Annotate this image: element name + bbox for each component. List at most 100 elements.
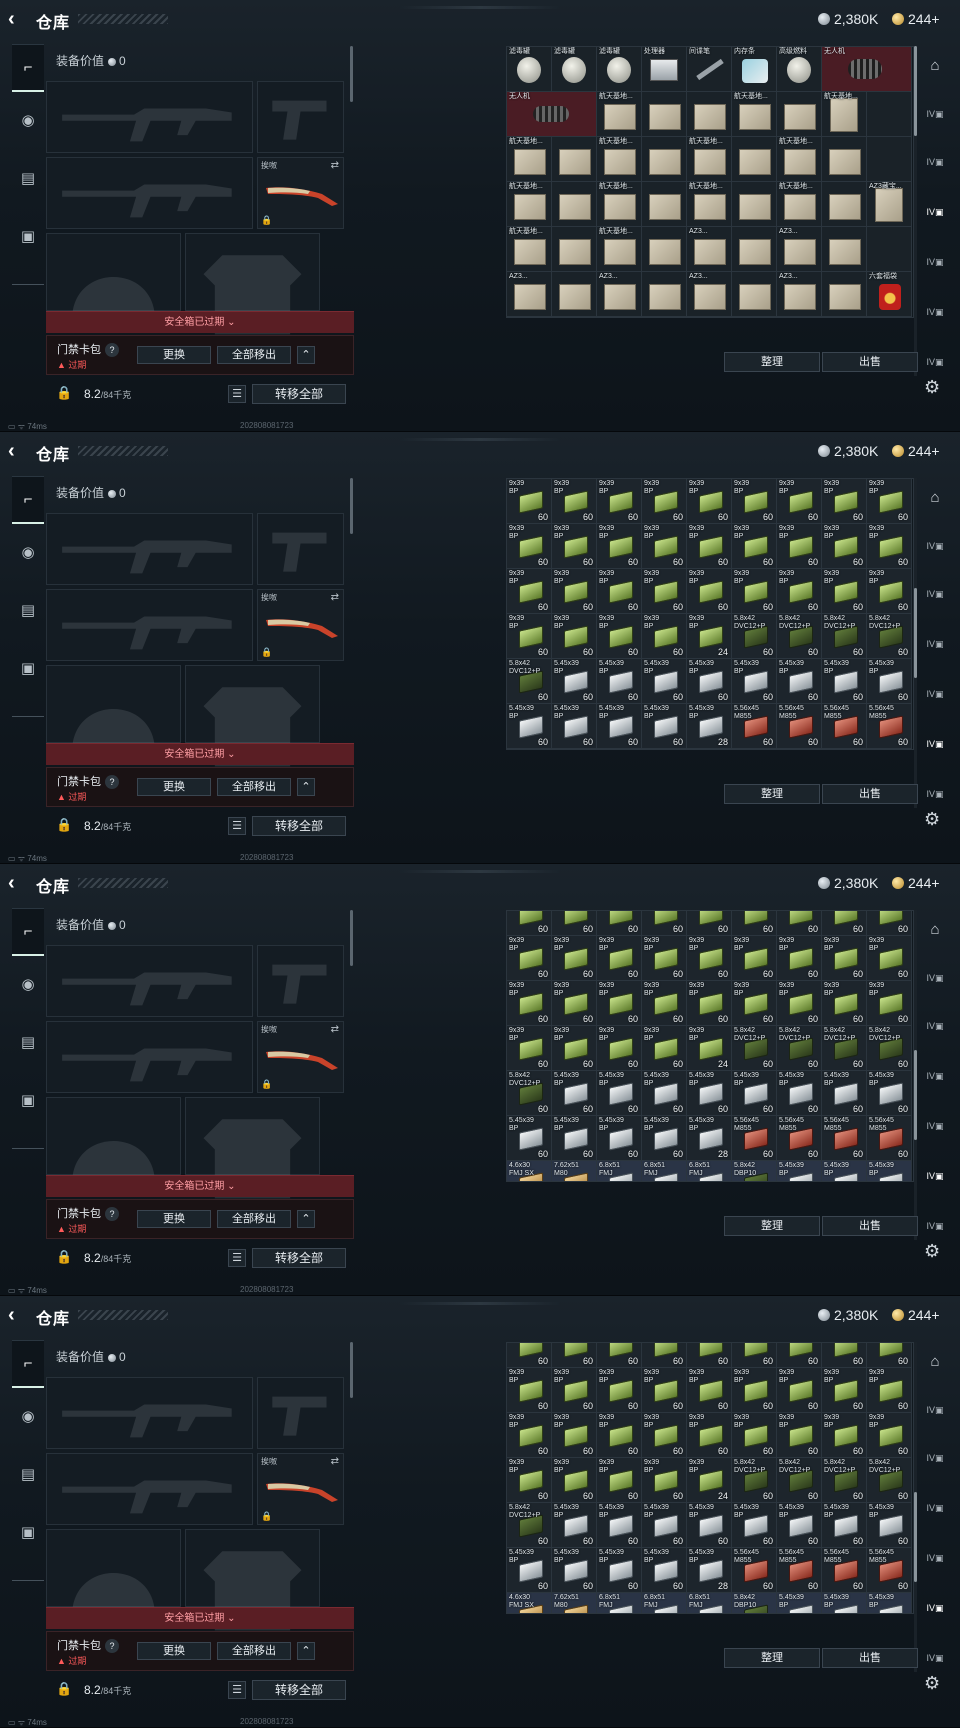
ammo-item[interactable]: 5.45x39 BP60 [732,1071,777,1116]
ammo-item[interactable]: 5.45x39 BP60 [687,659,732,704]
ammo-item[interactable]: 9x39 BP60 [552,1413,597,1458]
ammo-item[interactable]: 5.45x39 BP60 [552,704,597,749]
stash-item[interactable] [732,272,777,317]
helmet-slot[interactable] [46,233,181,320]
melee-weapon-slot[interactable]: 挨呶 ⇄ 🔒 [257,1453,344,1525]
ammo-item[interactable]: 9x39 BP60 [507,524,552,569]
ammo-item[interactable]: 5.45x39 BP60 [552,1071,597,1116]
ammo-item[interactable]: 9x39 BP60 [552,479,597,524]
sell-button[interactable]: 出售 [822,784,918,804]
ammo-item[interactable]: 9x39 BP60 [687,479,732,524]
ammo-item[interactable]: 5.45x39 BP30 [822,749,867,750]
ammo-item[interactable]: 9x39 BP60 [867,1413,912,1458]
ammo-item[interactable]: 5.45x39 BP30 [822,1161,867,1181]
ammo-item[interactable]: 9x39 BP60 [822,524,867,569]
stash-item[interactable]: 无人机 [507,92,597,137]
stash-item[interactable]: 航天基地... [597,182,642,227]
ammo-item[interactable]: 5.45x39 BP60 [597,1116,642,1161]
stash-item[interactable]: 航天基地... [597,137,642,182]
sell-button[interactable]: 出售 [822,352,918,372]
stash-item[interactable] [642,92,687,137]
safebox-expired-banner[interactable]: 安全箱已过期 ⌄ [46,1175,354,1197]
stash-item[interactable]: 滤毒罐 [507,47,552,92]
replace-button[interactable]: 更换 [137,778,211,796]
ammo-item[interactable]: 5.8x42 DVC12+P 60 [867,1458,912,1503]
melee-weapon-slot[interactable]: 挨呶 ⇄ 🔒 [257,157,344,229]
sort-button[interactable]: 整理 [724,1648,820,1668]
vest-icon[interactable]: ▤ [12,1018,44,1066]
ammo-item[interactable]: 5.45x39 BP60 [507,1548,552,1593]
secondary-weapon-slot[interactable] [46,589,253,661]
briefcase-icon[interactable]: ▣ [12,1076,44,1124]
stash-item[interactable] [642,182,687,227]
ammo-item[interactable]: 9x39 BP60 [597,479,642,524]
ammo-item[interactable]: 5.8x42 DVC12+P 60 [777,1458,822,1503]
replace-button[interactable]: 更换 [137,1210,211,1228]
sort-button[interactable]: 整理 [724,1216,820,1236]
ammo-item[interactable]: 5.45x39 BP 28 [687,1548,732,1593]
ammo-item[interactable]: 9x39 BP60 [822,1343,867,1368]
stash-item[interactable]: 内存条 [732,47,777,92]
stash-item[interactable]: 航天基地... [597,92,642,137]
sort-button[interactable]: 整理 [724,784,820,804]
stash-item[interactable]: 航天基地... [777,137,822,182]
stash-page-7-icon[interactable]: IV▣ [924,352,946,372]
ammo-item[interactable]: 5.56x45 M855 60 [867,704,912,749]
ammo-item[interactable]: 5.45x39 BP13 [867,1161,912,1181]
stash-scroll-thumb[interactable] [914,1050,917,1140]
ammo-item[interactable]: 9x39 BP 24 [687,614,732,659]
helmet-slot[interactable] [46,665,181,752]
gun-icon[interactable]: ⌐ [12,1340,44,1388]
ammo-item[interactable]: 9x39 BP60 [642,1368,687,1413]
ammo-item[interactable]: 9x39 BP60 [552,1026,597,1071]
stash-page-4-icon[interactable]: IV▣ [924,634,946,654]
stash-item[interactable]: 高级燃料 [777,47,822,92]
ammo-item[interactable]: 9x39 BP60 [597,1343,642,1368]
ammo-item[interactable]: 6.8x51 FMJ23 [687,1161,732,1181]
ammo-item[interactable]: 5.45x39 BP60 [867,659,912,704]
ammo-item[interactable]: 9x39 BP60 [507,981,552,1026]
stash-page-2-icon[interactable]: IV▣ [924,1400,946,1420]
ammo-item[interactable]: 5.45x39 BP60 [597,1503,642,1548]
ammo-item[interactable]: 5.45x39 BP60 [822,1503,867,1548]
stash-item[interactable] [822,272,867,317]
ammo-item[interactable]: 9x39 BP60 [777,479,822,524]
ammo-item[interactable]: 9x39 BP60 [642,1413,687,1458]
stash-item[interactable] [552,272,597,317]
ammo-item[interactable]: 5.56x45 M855 60 [822,704,867,749]
sort-button[interactable]: 整理 [724,352,820,372]
stash-item[interactable]: AZ3... [777,272,822,317]
stash-page-3-icon[interactable]: IV▣ [924,1016,946,1036]
stash-scroll-thumb[interactable] [914,46,917,136]
equipment-scrollbar[interactable] [350,1342,353,1398]
ammo-item[interactable]: 9x39 BP60 [687,911,732,936]
ammo-item[interactable]: 5.45x39 BP60 [552,1548,597,1593]
ammo-item[interactable]: 9x39 BP60 [687,524,732,569]
ammo-item[interactable]: 4.6x30 FMJ SX45 [507,1161,552,1181]
ammo-item[interactable]: 5.56x45 M855 60 [732,1548,777,1593]
ammo-item[interactable]: 9x39 BP60 [642,1343,687,1368]
swap-icon[interactable]: ⇄ [331,1456,339,1467]
gear-icon[interactable]: ⚙ [924,377,940,398]
ammo-item[interactable]: 5.45x39 BP60 [777,1593,822,1613]
briefcase-icon[interactable]: ▣ [12,1508,44,1556]
ammo-item[interactable]: 9x39 BP60 [642,524,687,569]
ammo-item[interactable]: 9x39 BP60 [777,1343,822,1368]
ammo-item[interactable]: 5.56x45 M855 60 [777,1548,822,1593]
ammo-item[interactable]: 5.45x39 BP60 [597,1071,642,1116]
gear-icon[interactable]: ⚙ [924,1673,940,1694]
help-icon[interactable]: ? [105,1207,119,1221]
ammo-item[interactable]: 9x39 BP60 [597,911,642,936]
ammo-item[interactable]: 5.8x42 DVC12+P 60 [777,614,822,659]
ammo-item[interactable]: 6.8x51 FMJ27 [597,1161,642,1181]
ammo-item[interactable]: 5.8x42 DVC12+P 60 [867,614,912,659]
transfer-all-button[interactable]: 转移全部 [252,1680,346,1700]
ammo-item[interactable]: 9x39 BP60 [642,1026,687,1071]
ammo-item[interactable]: 9x39 BP60 [597,936,642,981]
stash-page-4-icon[interactable]: IV▣ [924,1066,946,1086]
ammo-item[interactable]: 5.45x39 BP60 [642,1071,687,1116]
ammo-item[interactable]: 5.8x42 DVC12+P 60 [867,1026,912,1071]
ammo-item[interactable]: 9x39 BP60 [552,1343,597,1368]
ammo-item[interactable]: 5.45x39 BP60 [597,1548,642,1593]
gold-currency[interactable]: 244+ [892,1306,940,1324]
